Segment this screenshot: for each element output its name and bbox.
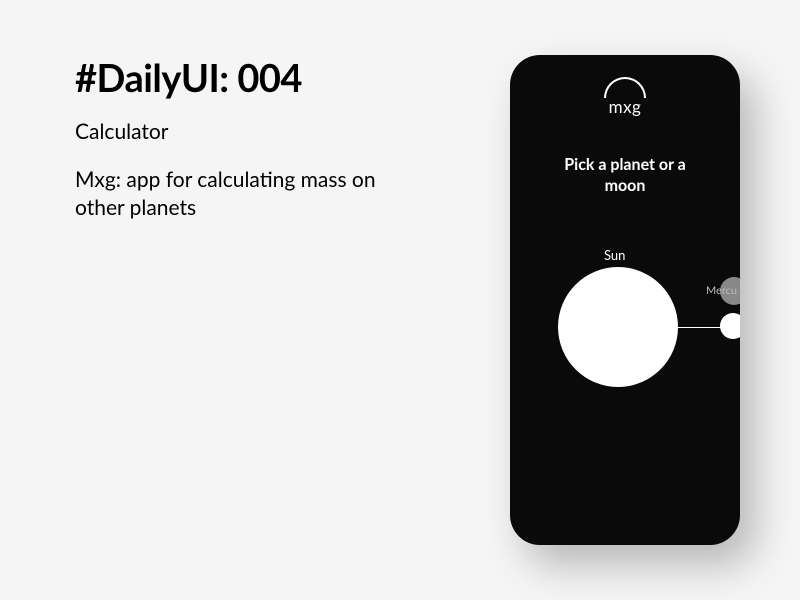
planet-sun[interactable] bbox=[558, 267, 678, 387]
phone-mockup: mxg Pick a planet or a moon Sun Mercu bbox=[510, 55, 740, 545]
description: Mxg: app for calculating mass on other p… bbox=[75, 166, 415, 223]
planet-mercury[interactable] bbox=[720, 313, 740, 339]
logo-arc-icon bbox=[604, 77, 646, 98]
planet-label-mercury: Mercu bbox=[706, 284, 740, 297]
logo-text: mxg bbox=[609, 96, 642, 117]
info-panel: #DailyUI: 004 Calculator Mxg: app for ca… bbox=[75, 55, 415, 223]
prompt-text: Pick a planet or a moon bbox=[510, 155, 740, 197]
page-heading: #DailyUI: 004 bbox=[75, 55, 415, 101]
subtitle: Calculator bbox=[75, 119, 415, 144]
app-logo: mxg bbox=[510, 55, 740, 117]
planet-label-sun: Sun bbox=[604, 247, 625, 263]
phone-screen: mxg Pick a planet or a moon Sun Mercu bbox=[510, 55, 740, 545]
